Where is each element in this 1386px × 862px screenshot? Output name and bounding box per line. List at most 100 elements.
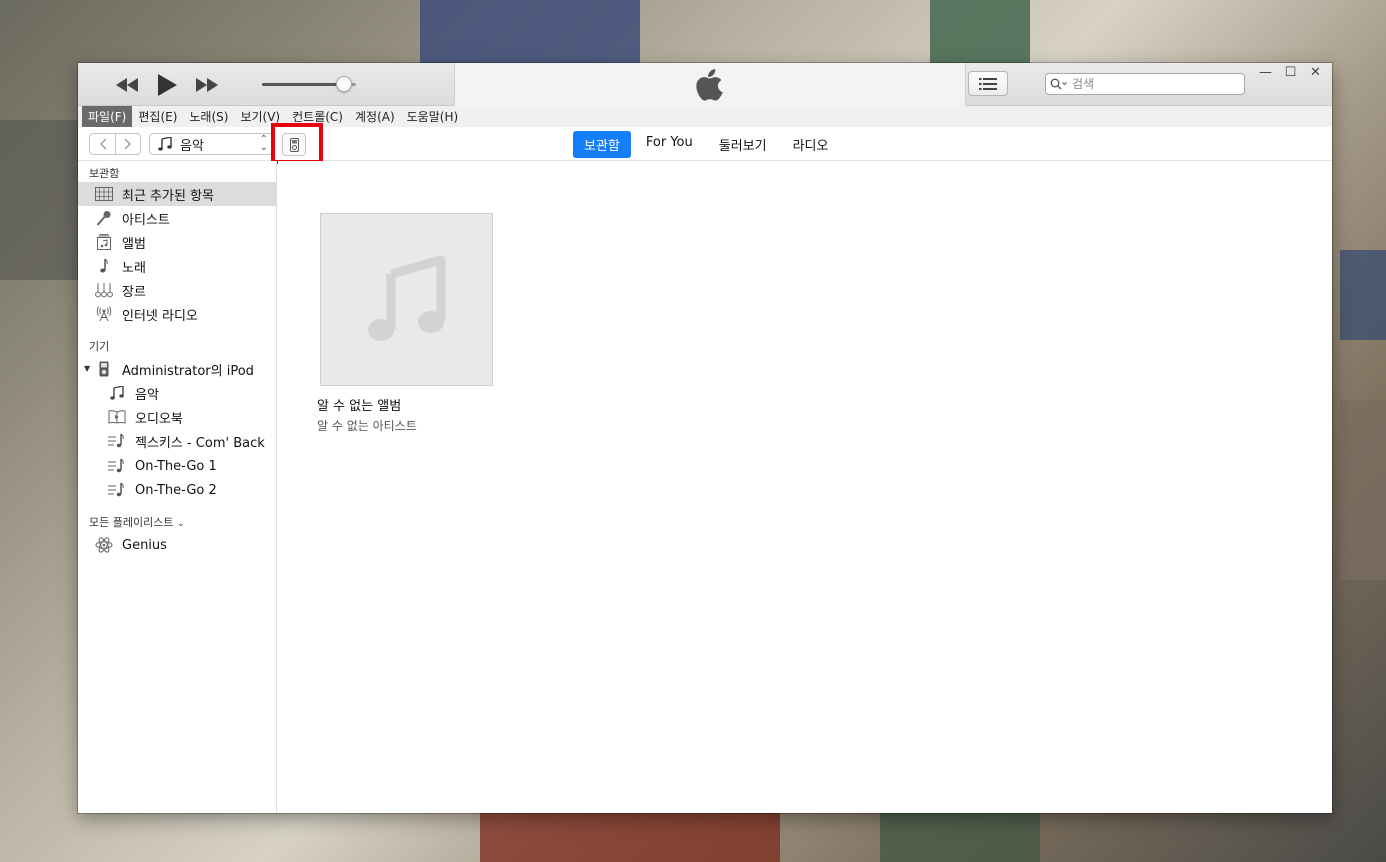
wallpaper-shape (480, 812, 780, 862)
sidebar-item-playlist-on-the-go-1[interactable]: On-The-Go 1 (78, 454, 276, 478)
album-artwork[interactable] (320, 213, 493, 386)
sidebar-item-label: 장르 (122, 284, 146, 300)
sidebar-item-recently-added[interactable]: 최근 추가된 항목 (78, 182, 276, 206)
genre-icon (94, 281, 114, 299)
disclosure-triangle-icon[interactable]: ▼ (84, 364, 90, 373)
chevron-right-icon (124, 138, 131, 150)
radio-antenna-icon (94, 305, 114, 323)
chevron-updown-icon: ⌃ ⌄ (259, 134, 268, 153)
playlist-icon (107, 457, 127, 475)
wallpaper-shape (1340, 250, 1386, 340)
sidebar-item-label: 노래 (122, 260, 146, 276)
sidebar-item-device-music[interactable]: 음악 (78, 381, 276, 405)
sidebar-item-label: 음악 (135, 387, 159, 403)
wallpaper-shape (880, 812, 1040, 862)
playback-controls (114, 72, 220, 98)
microphone-icon (94, 209, 114, 227)
sidebar-item-label: Genius (122, 537, 167, 553)
sidebar-item-genius[interactable]: Genius (78, 533, 276, 557)
sidebar-item-playlist-sechskies[interactable]: 젝스키스 - Com' Back (78, 429, 276, 453)
wallpaper-shape (420, 0, 640, 64)
menu-edit[interactable]: 편집(E) (132, 106, 183, 127)
volume-knob[interactable] (335, 76, 352, 92)
maximize-button[interactable]: ☐ (1278, 63, 1303, 81)
wallpaper-shape (0, 120, 78, 280)
navigation-buttons (89, 133, 141, 155)
audiobook-icon (107, 408, 127, 426)
tab-radio[interactable]: 라디오 (782, 131, 840, 158)
volume-slider[interactable] (262, 76, 356, 92)
menu-file[interactable]: 파일(F) (82, 106, 133, 127)
sidebar-item-label: 최근 추가된 항목 (122, 188, 214, 204)
music-note-icon (158, 137, 172, 151)
apple-logo-icon (696, 68, 723, 101)
forward-button[interactable] (115, 134, 140, 154)
status-display (454, 63, 966, 106)
itunes-window: — ☐ ✕ 파일(F) 편집(E) 노래(S) 보기(V) 컨트롤(C) 계정(… (78, 63, 1332, 813)
search-field[interactable] (1045, 73, 1245, 95)
ipod-icon (94, 360, 114, 378)
album-title[interactable]: 알 수 없는 앨범 (317, 395, 494, 414)
wallpaper-shape (930, 0, 1030, 64)
chevron-left-icon (99, 138, 106, 150)
sidebar-item-albums[interactable]: 앨범 (78, 230, 276, 254)
maximize-icon: ☐ (1284, 64, 1297, 80)
toolbar: 음악 ⌃ ⌄ 보관함 For You 둘러보기 라디오 (78, 123, 1332, 164)
sidebar-item-label: On-The-Go 2 (135, 482, 217, 498)
menu-help[interactable]: 도움말(H) (401, 106, 465, 127)
search-icon (1050, 78, 1067, 90)
sidebar-item-ipod-device[interactable]: ▼ Administrator의 iPod (78, 357, 276, 381)
all-playlists-heading[interactable]: 모든 플레이리스트 ⌄ (89, 514, 185, 530)
sidebar-item-internet-radio[interactable]: 인터넷 라디오 (78, 302, 276, 326)
volume-fill (262, 83, 344, 86)
menu-bar: 파일(F) 편집(E) 노래(S) 보기(V) 컨트롤(C) 계정(A) 도움말… (78, 106, 1332, 127)
sidebar: 보관함 최근 추가된 항목 아티스트 앨범 노래 장르 인터넷 라디오 기기 ▼… (78, 161, 277, 813)
search-input[interactable] (1072, 77, 1232, 91)
menu-account[interactable]: 계정(A) (349, 106, 401, 127)
devices-heading: 기기 (89, 340, 110, 353)
main-content: 알 수 없는 앨범 알 수 없는 아티스트 (278, 161, 1332, 813)
sidebar-item-label: On-The-Go 1 (135, 458, 217, 474)
sidebar-item-label: 젝스키스 - Com' Back (135, 435, 265, 451)
rewind-icon (116, 78, 138, 92)
grid-icon (94, 185, 114, 203)
player-bar: — ☐ ✕ (78, 63, 1332, 106)
tab-library[interactable]: 보관함 (573, 131, 631, 158)
rewind-button[interactable] (114, 72, 140, 98)
close-button[interactable]: ✕ (1303, 63, 1328, 81)
close-icon: ✕ (1310, 64, 1321, 80)
tab-for-you[interactable]: For You (635, 131, 704, 158)
sidebar-item-label: 오디오북 (135, 411, 183, 427)
sidebar-item-label: 인터넷 라디오 (122, 308, 198, 324)
minimize-button[interactable]: — (1253, 63, 1278, 81)
genius-atom-icon (94, 536, 114, 554)
chevron-down-icon: ⌄ (176, 519, 185, 529)
up-next-list-button[interactable] (968, 71, 1008, 96)
playlist-icon (107, 432, 127, 450)
media-type-select[interactable]: 음악 ⌃ ⌄ (149, 133, 273, 155)
sidebar-item-device-audiobooks[interactable]: 오디오북 (78, 405, 276, 429)
album-icon (94, 233, 114, 251)
album-artist[interactable]: 알 수 없는 아티스트 (317, 417, 494, 434)
library-heading: 보관함 (89, 167, 120, 180)
media-type-label: 음악 (180, 138, 204, 154)
sidebar-item-genres[interactable]: 장르 (78, 278, 276, 302)
device-button-highlight (271, 123, 323, 164)
fast-forward-button[interactable] (194, 72, 220, 98)
album-card[interactable]: 알 수 없는 앨범 알 수 없는 아티스트 (317, 213, 494, 434)
sidebar-item-artists[interactable]: 아티스트 (78, 206, 276, 230)
library-tabs: 보관함 For You 둘러보기 라디오 (573, 131, 839, 158)
play-button[interactable] (154, 72, 180, 98)
sidebar-item-label: 아티스트 (122, 212, 170, 228)
music-note-placeholder-icon (367, 255, 445, 341)
menu-song[interactable]: 노래(S) (183, 106, 234, 127)
wallpaper-shape (1340, 400, 1386, 580)
back-button[interactable] (90, 134, 115, 154)
tab-browse[interactable]: 둘러보기 (708, 131, 778, 158)
list-icon (979, 77, 997, 90)
sidebar-item-playlist-on-the-go-2[interactable]: On-The-Go 2 (78, 478, 276, 502)
sidebar-item-songs[interactable]: 노래 (78, 254, 276, 278)
playlist-icon (107, 481, 127, 499)
fast-forward-icon (196, 78, 218, 92)
sidebar-item-label: Administrator의 iPod (122, 363, 254, 379)
